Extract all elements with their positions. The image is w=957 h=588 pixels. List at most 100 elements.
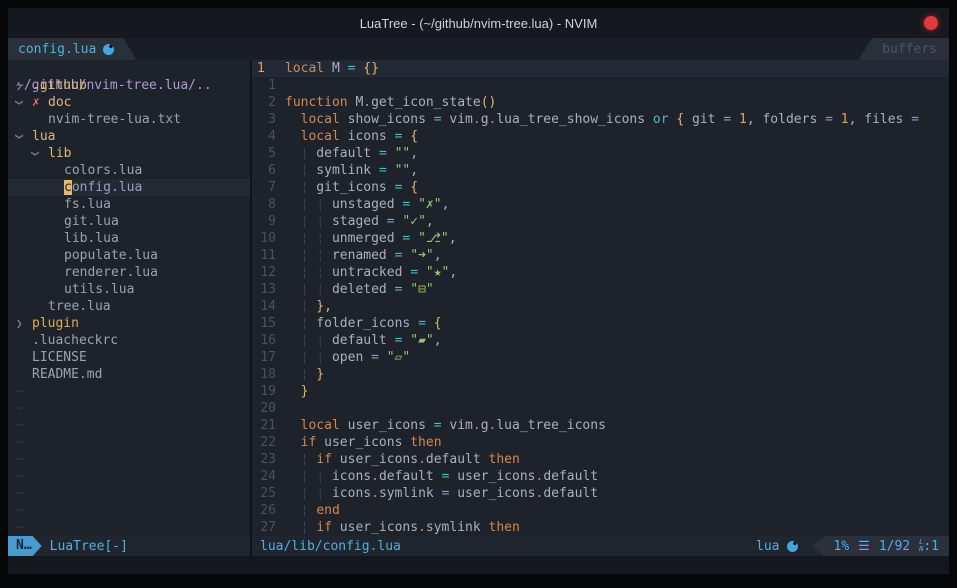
tree-row-fs-lua[interactable]: fs.lua xyxy=(8,196,250,213)
chevron-down-icon[interactable]: ❯ xyxy=(16,94,23,111)
tree-item-label: utils.lua xyxy=(64,281,134,298)
code-line[interactable]: 16 ¦ ¦ default = "▰", xyxy=(252,332,949,349)
tree-status-title: LuaTree[-] xyxy=(50,539,128,554)
tab-config-lua[interactable]: config.lua xyxy=(8,38,136,60)
code-text: ¦ if user_icons.symlink then xyxy=(285,519,949,536)
status-line-count: 1/92 xyxy=(879,539,910,554)
code-line[interactable]: 6 ¦ symlink = "", xyxy=(252,162,949,179)
tree-row--luacheckrc[interactable]: .luacheckrc xyxy=(8,332,250,349)
code-text: ¦ git_icons = { xyxy=(285,179,949,196)
tree-item-label: .github xyxy=(32,77,87,94)
code-line[interactable]: 5 ¦ default = "", xyxy=(252,145,949,162)
command-line[interactable] xyxy=(8,556,949,574)
relative-line-number: 14 xyxy=(252,298,285,315)
relative-line-number: 23 xyxy=(252,451,285,468)
code-line[interactable]: 20 xyxy=(252,400,949,417)
code-text xyxy=(285,77,949,94)
tree-row-lua[interactable]: ❯ lua xyxy=(8,128,250,145)
code-text: ¦ ¦ open = "▱" xyxy=(285,349,949,366)
code-text: ¦ ¦ deleted = "⊟" xyxy=(285,281,949,298)
tree-item-label: README.md xyxy=(32,366,102,383)
tabline-spacer xyxy=(136,38,858,60)
file-tree-pane[interactable]: ~/github/nvim-tree.lua/.. ❯ .github❯✗docn… xyxy=(8,60,250,536)
tree-row-tree-lua[interactable]: tree.lua xyxy=(8,298,250,315)
code-line[interactable]: 2function M.get_icon_state() xyxy=(252,94,949,111)
code-line[interactable]: 15 ¦ folder_icons = { xyxy=(252,315,949,332)
relative-line-number: 7 xyxy=(252,179,285,196)
code-lines: 1local M = {}12function M.get_icon_state… xyxy=(252,60,949,536)
chevron-right-icon[interactable]: ❯ xyxy=(16,315,23,332)
code-line[interactable]: 23 ¦ if user_icons.default then xyxy=(252,451,949,468)
code-line[interactable]: 11 ¦ ¦ renamed = "➜", xyxy=(252,247,949,264)
code-line[interactable]: 4 local icons = { xyxy=(252,128,949,145)
code-line[interactable]: 18 ¦ } xyxy=(252,366,949,383)
tree-item-label: lib.lua xyxy=(64,230,119,247)
code-text: local icons = { xyxy=(285,128,949,145)
relative-line-number: 19 xyxy=(252,383,285,400)
code-line[interactable]: 27 ¦ if user_icons.symlink then xyxy=(252,519,949,536)
tree-row-colors-lua[interactable]: colors.lua xyxy=(8,162,250,179)
window-title: LuaTree - (~/github/nvim-tree.lua) - NVI… xyxy=(360,16,598,31)
code-line[interactable]: 1 xyxy=(252,77,949,94)
code-line[interactable]: 14 ¦ }, xyxy=(252,298,949,315)
status-percent: 1% xyxy=(834,539,850,554)
chevron-down-icon[interactable]: ❯ xyxy=(32,145,39,162)
editor-pane[interactable]: 1local M = {}12function M.get_icon_state… xyxy=(250,60,949,536)
code-line[interactable]: 10 ¦ ¦ unmerged = "⎇", xyxy=(252,230,949,247)
code-line[interactable]: 3 local show_icons = vim.g.lua_tree_show… xyxy=(252,111,949,128)
code-line[interactable]: 26 ¦ end xyxy=(252,502,949,519)
code-line[interactable]: 24 ¦ ¦ icons.default = user_icons.defaul… xyxy=(252,468,949,485)
chevron-down-icon[interactable]: ❯ xyxy=(16,128,23,145)
nvim-window: LuaTree - (~/github/nvim-tree.lua) - NVI… xyxy=(0,0,957,588)
code-line[interactable]: 25 ¦ ¦ icons.symlink = user_icons.defaul… xyxy=(252,485,949,502)
code-line[interactable]: 22 if user_icons then xyxy=(252,434,949,451)
empty-line-tilde: ~ xyxy=(8,502,250,519)
code-text: ¦ ¦ unstaged = "✗", xyxy=(285,196,949,213)
code-text: ¦ ¦ unmerged = "⎇", xyxy=(285,230,949,247)
code-text: } xyxy=(285,383,949,400)
status-column: LN:1 xyxy=(919,539,939,554)
code-line[interactable]: 8 ¦ ¦ unstaged = "✗", xyxy=(252,196,949,213)
empty-line-tilde: ~ xyxy=(8,519,250,536)
tree-item-label: lua xyxy=(32,128,55,145)
code-line[interactable]: 17 ¦ ¦ open = "▱" xyxy=(252,349,949,366)
code-text xyxy=(285,400,949,417)
code-text: ¦ }, xyxy=(285,298,949,315)
buffers-section[interactable]: buffers xyxy=(858,38,949,60)
tree-row-plugin[interactable]: ❯plugin xyxy=(8,315,250,332)
code-line[interactable]: 21 local user_icons = vim.g.lua_tree_ico… xyxy=(252,417,949,434)
relative-line-number: 8 xyxy=(252,196,285,213)
relative-line-number: 13 xyxy=(252,281,285,298)
code-line[interactable]: 7 ¦ git_icons = { xyxy=(252,179,949,196)
relative-line-number: 27 xyxy=(252,519,285,536)
tree-row--github[interactable]: ❯ .github xyxy=(8,77,250,94)
tree-row-utils-lua[interactable]: utils.lua xyxy=(8,281,250,298)
tree-root-path[interactable]: ~/github/nvim-tree.lua/.. xyxy=(8,60,250,77)
code-line[interactable]: 12 ¦ ¦ untracked = "★", xyxy=(252,264,949,281)
tree-row-readme-md[interactable]: README.md xyxy=(8,366,250,383)
tree-row-lib[interactable]: ❯lib xyxy=(8,145,250,162)
tree-row-renderer-lua[interactable]: renderer.lua xyxy=(8,264,250,281)
tree-row-git-lua[interactable]: git.lua xyxy=(8,213,250,230)
lines-icon: ☰ xyxy=(858,539,870,554)
code-line[interactable]: 9 ¦ ¦ staged = "✓", xyxy=(252,213,949,230)
tree-item-label: .luacheckrc xyxy=(32,332,118,349)
tree-item-label: LICENSE xyxy=(32,349,87,366)
chevron-right-icon[interactable]: ❯ xyxy=(16,77,23,94)
tree-row-config-lua[interactable]: config.lua xyxy=(8,179,250,196)
empty-line-tilde: ~ xyxy=(8,383,250,400)
relative-line-number: 16 xyxy=(252,332,285,349)
relative-line-number: 6 xyxy=(252,162,285,179)
tree-row-doc[interactable]: ❯✗doc xyxy=(8,94,250,111)
relative-line-number: 4 xyxy=(252,128,285,145)
code-line[interactable]: 1local M = {} xyxy=(252,60,949,77)
code-line[interactable]: 13 ¦ ¦ deleted = "⊟" xyxy=(252,281,949,298)
tree-row-lib-lua[interactable]: lib.lua xyxy=(8,230,250,247)
close-icon[interactable] xyxy=(924,16,938,30)
lua-icon xyxy=(103,44,114,55)
code-line[interactable]: 19 } xyxy=(252,383,949,400)
tree-row-license[interactable]: LICENSE xyxy=(8,349,250,366)
tree-row-nvim-tree-lua-txt[interactable]: nvim-tree-lua.txt xyxy=(8,111,250,128)
statusline: N… LuaTree[-] lua/lib/config.lua lua 1% … xyxy=(8,536,949,556)
tree-row-populate-lua[interactable]: populate.lua xyxy=(8,247,250,264)
